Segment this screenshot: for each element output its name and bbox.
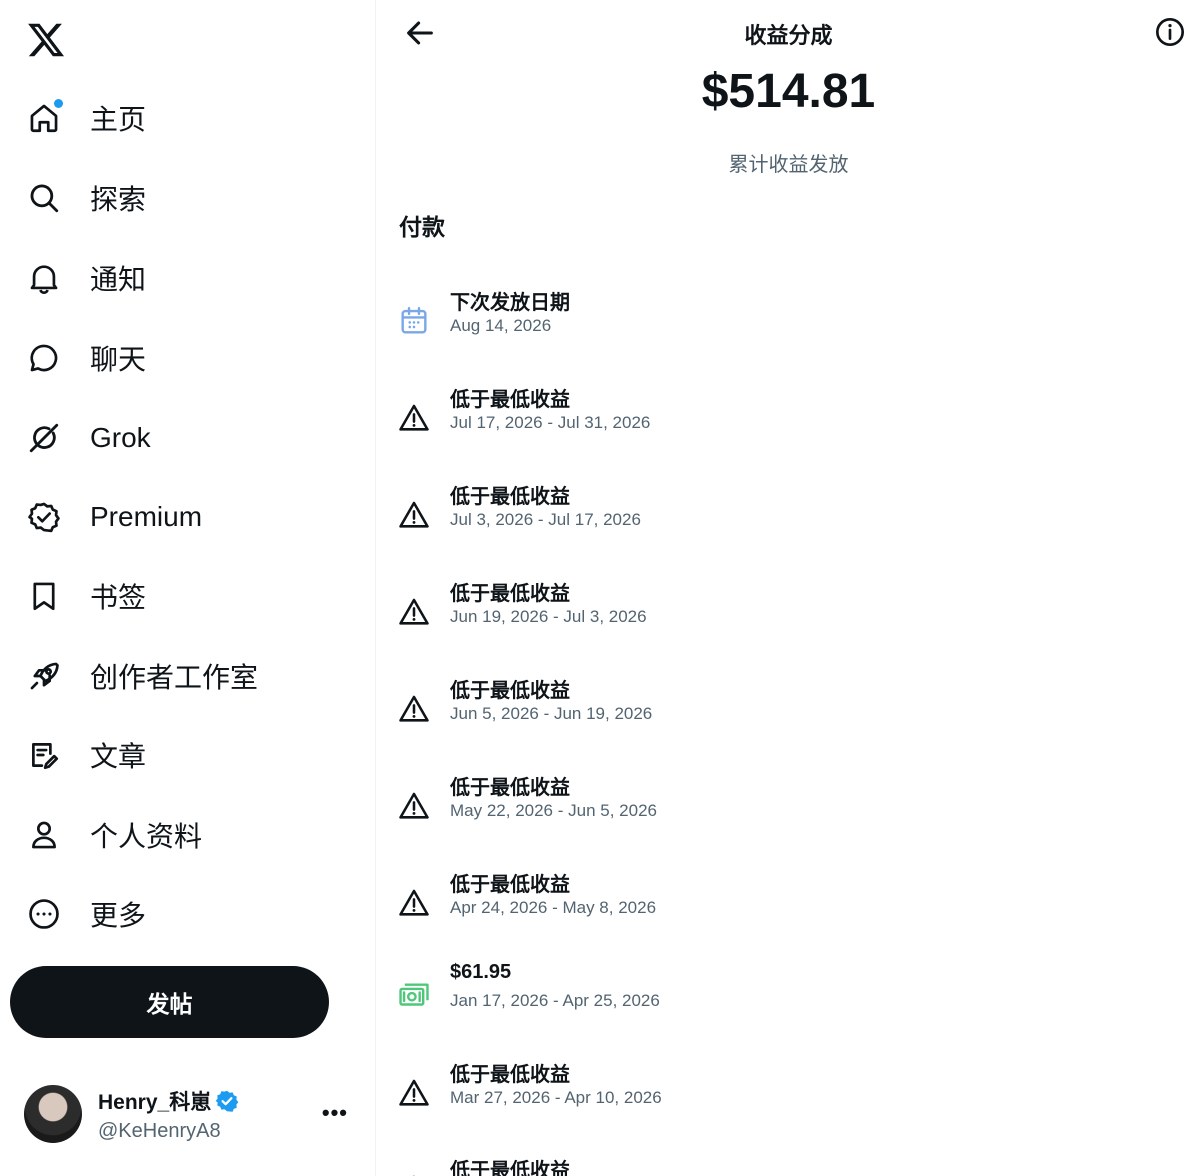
payment-row[interactable]: 低于最低收益 Jun 19, 2026 - Jul 3, 2026 <box>377 577 1200 657</box>
person-icon <box>22 813 66 857</box>
chat-bubble-icon <box>22 336 66 380</box>
nav-item-articles[interactable]: 文章 <box>22 725 146 785</box>
profile-handle: @KeHenryA8 <box>98 1119 221 1142</box>
nav-label-chat: 聊天 <box>90 344 147 375</box>
payment-row[interactable]: 低于最低收益 <box>377 1154 1200 1176</box>
payment-row[interactable]: 下次发放日期 Aug 14, 2026 <box>377 286 1200 366</box>
verified-badge-icon <box>215 1090 239 1112</box>
notification-dot <box>54 99 63 108</box>
nav-label-profile: 个人资料 <box>90 821 203 852</box>
payment-period: Jan 17, 2026 - Apr 25, 2026 <box>450 991 660 1010</box>
payment-row[interactable]: 低于最低收益 Apr 24, 2026 - May 8, 2026 <box>377 868 1200 948</box>
nav-item-creator-studio[interactable]: 创作者工作室 <box>22 646 258 706</box>
nav-item-explore[interactable]: 探索 <box>22 168 146 228</box>
total-earnings-amount: $514.81 <box>701 65 876 118</box>
payment-title: 低于最低收益 <box>450 1160 570 1176</box>
nav-label-grok: Grok <box>90 422 151 453</box>
warning-icon <box>399 695 429 722</box>
nav-item-profile[interactable]: 个人资料 <box>22 805 202 865</box>
payment-row[interactable]: 低于最低收益 Jul 17, 2026 - Jul 31, 2026 <box>377 383 1200 463</box>
bell-icon <box>22 256 66 300</box>
bookmark-icon <box>22 574 66 618</box>
nav-item-bookmarks[interactable]: 书签 <box>22 566 146 626</box>
rocket-icon <box>22 654 66 698</box>
payment-period: Mar 27, 2026 - Apr 10, 2026 <box>450 1088 662 1107</box>
more-options-icon[interactable]: ••• <box>322 1100 348 1126</box>
payments-section-title: 付款 <box>399 214 445 240</box>
warning-icon <box>413 1175 415 1176</box>
payment-title: 低于最低收益 <box>450 777 570 799</box>
nav-item-more[interactable]: 更多 <box>22 884 146 944</box>
nav-item-grok[interactable]: Grok <box>22 408 151 468</box>
nav-item-home[interactable]: 主页 <box>22 88 146 148</box>
article-icon <box>22 733 66 777</box>
payment-row[interactable]: 低于最低收益 Jun 5, 2026 - Jun 19, 2026 <box>377 674 1200 754</box>
nav-item-chat[interactable]: 聊天 <box>22 328 146 388</box>
premium-badge-icon <box>22 495 66 539</box>
payment-period: Apr 24, 2026 - May 8, 2026 <box>450 898 657 917</box>
nav-label-articles: 文章 <box>90 741 147 772</box>
warning-icon <box>399 598 429 625</box>
warning-icon <box>399 404 429 431</box>
payment-amount: $61.95 <box>450 961 512 983</box>
nav-label-home: 主页 <box>90 104 147 135</box>
profile-name: Henry_科崽 <box>98 1090 212 1114</box>
payment-period: May 22, 2026 - Jun 5, 2026 <box>450 801 657 820</box>
main-panel: 收益分成 $514.81 累计收益发放 付款 下次发放日期 Aug 14, 20… <box>377 0 1200 1176</box>
warning-icon <box>399 501 429 528</box>
post-button[interactable]: 发帖 <box>10 966 329 1038</box>
payment-title: 低于最低收益 <box>450 486 570 508</box>
search-icon <box>22 176 66 220</box>
payment-title: 低于最低收益 <box>450 1064 570 1086</box>
nav-label-more: 更多 <box>90 900 147 931</box>
payment-date: Aug 14, 2026 <box>450 316 552 335</box>
payment-title: 低于最低收益 <box>450 680 570 702</box>
payment-row[interactable]: $61.95 Jan 17, 2026 - Apr 25, 2026 <box>377 961 1200 1041</box>
money-icon <box>399 983 429 1006</box>
sidebar: 主页 探索 通知 聊天 Grok Premium 书签 创作者工作室 文章 个人… <box>0 0 376 1176</box>
nav-label-explore: 探索 <box>90 184 147 215</box>
more-circle-icon <box>22 892 66 936</box>
profile-name-row: Henry_科崽 <box>98 1086 239 1116</box>
nav-label-premium: Premium <box>90 501 203 532</box>
grok-icon <box>22 416 66 460</box>
payment-period: Jun 5, 2026 - Jun 19, 2026 <box>450 704 653 723</box>
payment-title: 下次发放日期 <box>450 292 570 314</box>
calendar-icon <box>401 307 427 334</box>
warning-icon <box>399 792 429 819</box>
home-icon <box>22 96 66 140</box>
account-switcher[interactable]: Henry_科崽 @KeHenryA8 ••• <box>24 1082 364 1146</box>
payment-period: Jun 19, 2026 - Jul 3, 2026 <box>450 607 647 626</box>
x-logo-icon[interactable] <box>26 20 66 60</box>
avatar <box>24 1085 82 1143</box>
nav-item-premium[interactable]: Premium <box>22 487 202 547</box>
payment-title: 低于最低收益 <box>450 874 570 896</box>
info-icon[interactable] <box>1154 16 1186 48</box>
profile-text: Henry_科崽 @KeHenryA8 <box>98 1086 239 1143</box>
nav-label-notifications: 通知 <box>90 264 147 295</box>
payment-title: 低于最低收益 <box>450 583 570 605</box>
page-title: 收益分成 <box>744 23 833 48</box>
nav-label-creator-studio: 创作者工作室 <box>90 662 259 693</box>
warning-icon <box>399 1079 429 1106</box>
payment-period: Jul 3, 2026 - Jul 17, 2026 <box>450 510 641 529</box>
payment-period: Jul 17, 2026 - Jul 31, 2026 <box>450 413 651 432</box>
payment-row[interactable]: 低于最低收益 Jul 3, 2026 - Jul 17, 2026 <box>377 480 1200 560</box>
total-earnings-label: 累计收益发放 <box>728 154 849 176</box>
nav-label-bookmarks: 书签 <box>90 582 147 613</box>
nav-item-notifications[interactable]: 通知 <box>22 248 146 308</box>
payment-title: 低于最低收益 <box>450 389 570 411</box>
payment-row[interactable]: 低于最低收益 May 22, 2026 - Jun 5, 2026 <box>377 771 1200 851</box>
warning-icon <box>399 889 429 916</box>
payment-row[interactable]: 低于最低收益 Mar 27, 2026 - Apr 10, 2026 <box>377 1058 1200 1138</box>
